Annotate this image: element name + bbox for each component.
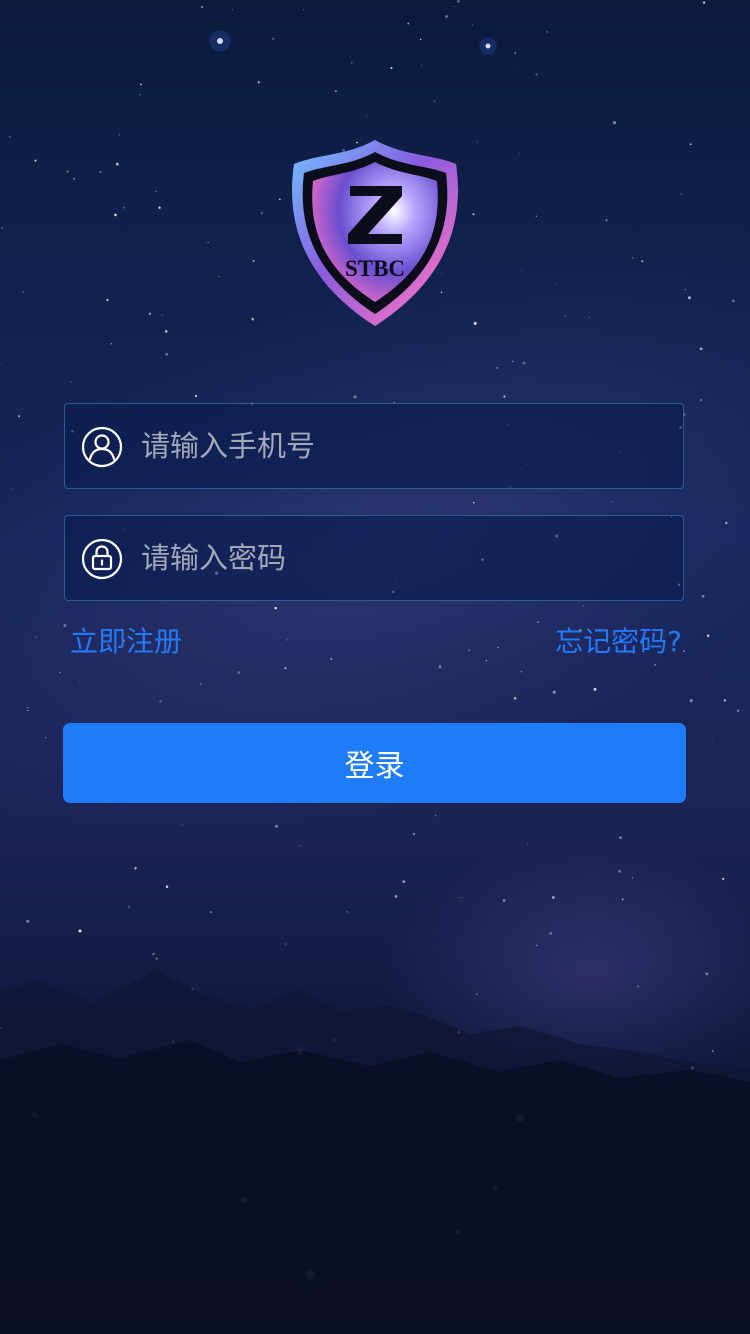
stbc-logo: STBC bbox=[284, 138, 466, 330]
password-input[interactable] bbox=[141, 516, 671, 600]
password-field bbox=[64, 515, 684, 601]
login-button[interactable]: 登录 bbox=[63, 723, 686, 803]
lock-icon bbox=[81, 538, 123, 580]
phone-input[interactable] bbox=[141, 404, 671, 488]
mountain-silhouette bbox=[0, 970, 750, 1334]
forgot-password-link[interactable]: 忘记密码? bbox=[555, 622, 682, 662]
nebula-glow bbox=[380, 840, 750, 1100]
login-screen: STBC 立即注册 忘记密码? 登录 bbox=[0, 0, 750, 1334]
user-icon bbox=[81, 426, 123, 468]
logo-text: STBC bbox=[345, 256, 405, 281]
phone-field bbox=[64, 403, 684, 489]
register-link[interactable]: 立即注册 bbox=[70, 622, 182, 662]
